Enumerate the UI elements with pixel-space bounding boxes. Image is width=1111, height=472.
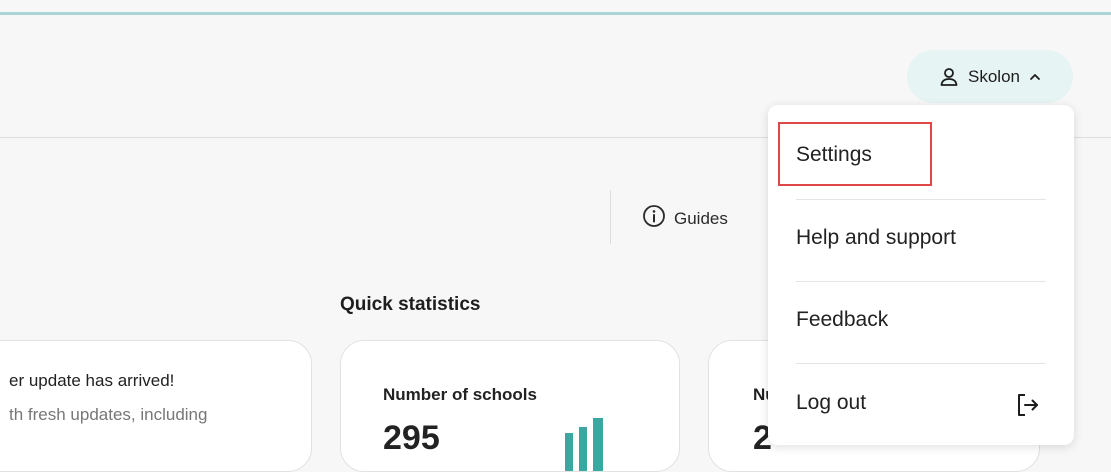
news-headline: er update has arrived! [9, 371, 175, 390]
guides-link[interactable]: Guides [642, 204, 728, 233]
guides-label: Guides [674, 208, 728, 228]
quick-statistics-title: Quick statistics [340, 294, 481, 315]
menu-divider [796, 363, 1046, 364]
menu-item-settings[interactable]: Settings [796, 143, 872, 167]
schools-sparkline-bars [565, 418, 603, 471]
user-name: Skolon [968, 66, 1020, 86]
info-icon [642, 204, 666, 233]
spark-bar-3 [593, 418, 603, 471]
spark-bar-2 [579, 427, 587, 471]
menu-divider [796, 199, 1046, 200]
menu-item-log-out[interactable]: Log out [796, 391, 866, 415]
user-icon [938, 66, 960, 88]
logout-icon[interactable] [1015, 392, 1041, 423]
spark-bar-1 [565, 433, 573, 471]
news-card[interactable]: er update has arrived! th fresh updates,… [0, 340, 312, 472]
menu-item-feedback[interactable]: Feedback [796, 308, 888, 332]
user-dropdown-menu: Settings Help and support Feedback Log o… [768, 105, 1074, 445]
news-body: th fresh updates, including [9, 405, 208, 424]
schools-stat-label: Number of schools [383, 385, 537, 404]
schools-stat-value: 295 [383, 419, 440, 457]
user-menu-button[interactable]: Skolon [907, 50, 1073, 103]
menu-divider [796, 281, 1046, 282]
guides-divider [610, 190, 611, 244]
chevron-up-icon [1028, 70, 1042, 84]
menu-item-help-and-support[interactable]: Help and support [796, 226, 956, 250]
schools-stat-card: Number of schools 295 [340, 340, 680, 472]
